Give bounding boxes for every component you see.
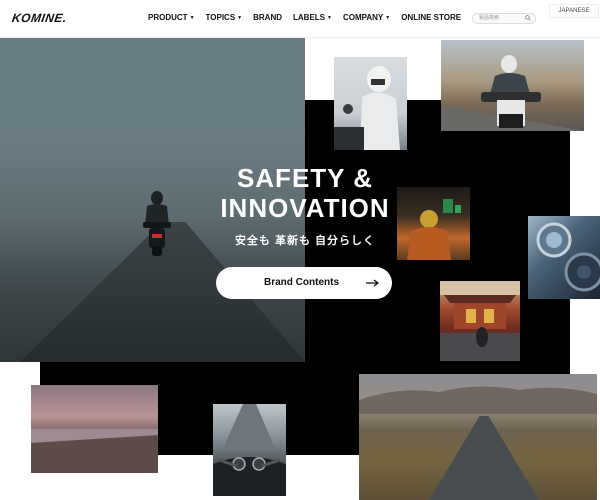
- cockpit-view-image: [213, 404, 286, 496]
- nav-item-company[interactable]: COMPANY ▼: [343, 13, 390, 22]
- arrow-right-icon: [366, 279, 380, 287]
- nav-item-label: PRODUCT: [148, 13, 188, 22]
- seaside-dusk-image: [31, 429, 158, 473]
- photo-tile-rider-white-jacket[interactable]: [334, 57, 407, 150]
- brand-contents-button[interactable]: Brand Contents: [216, 267, 392, 299]
- caret-down-icon: ▼: [385, 15, 391, 21]
- main-nav: PRODUCT ▼ TOPICS ▼ BRAND LABELS ▼ COMPANY ▼ …: [148, 13, 461, 22]
- brand-contents-label: Brand Contents: [264, 277, 339, 288]
- nav-item-label: ONLINE STORE: [401, 13, 462, 22]
- nav-item-label: COMPANY: [342, 13, 384, 22]
- rider-white-jacket-image: [334, 66, 400, 150]
- caret-down-icon: ▼: [327, 15, 332, 21]
- adventure-bike-image: [481, 55, 541, 128]
- nav-item-brand[interactable]: BRAND: [253, 13, 282, 22]
- search-icon[interactable]: [525, 15, 531, 21]
- photo-tile-seaside-dusk[interactable]: [31, 385, 158, 473]
- brand-logo[interactable]: KOMINE.: [11, 11, 68, 25]
- hero-title-line1: SAFETY &: [236, 163, 374, 193]
- nav-item-label: TOPICS: [205, 13, 236, 22]
- motorcycle-headlight-image: [536, 222, 600, 292]
- caret-down-icon: ▼: [189, 15, 195, 21]
- photo-tile-motorcycle-detail[interactable]: [528, 216, 600, 299]
- photo-tile-open-road-landscape[interactable]: [359, 374, 597, 500]
- nav-item-topics[interactable]: TOPICS ▼: [206, 13, 243, 22]
- hero-title-line2: INNOVATION: [220, 193, 390, 223]
- temple-street-image: [440, 281, 520, 361]
- hero-title: SAFETY & INNOVATION: [200, 163, 410, 223]
- photo-tile-adventure-bike[interactable]: [441, 40, 584, 131]
- nav-item-label: BRAND: [253, 13, 282, 22]
- photo-tile-temple-street[interactable]: [440, 281, 520, 361]
- nav-item-online-store[interactable]: ONLINE STORE: [401, 13, 461, 22]
- search-input[interactable]: 製品検索: [472, 13, 536, 24]
- search-placeholder: 製品検索: [479, 15, 500, 21]
- site-header: KOMINE. PRODUCT ▼ TOPICS ▼ BRAND LABELS ▼ C…: [0, 0, 600, 38]
- nav-item-product[interactable]: PRODUCT ▼: [148, 13, 195, 22]
- nav-item-labels[interactable]: LABELS ▼: [293, 13, 332, 22]
- nav-item-label: LABELS: [293, 13, 325, 22]
- caret-down-icon: ▼: [237, 15, 243, 21]
- language-button[interactable]: JAPANESE: [549, 4, 599, 18]
- motorcycle-rider-icon: [143, 191, 171, 256]
- photo-tile-cockpit-view[interactable]: [213, 404, 286, 496]
- hero-subtitle: 安全も 革新も 自分らしく: [234, 235, 376, 247]
